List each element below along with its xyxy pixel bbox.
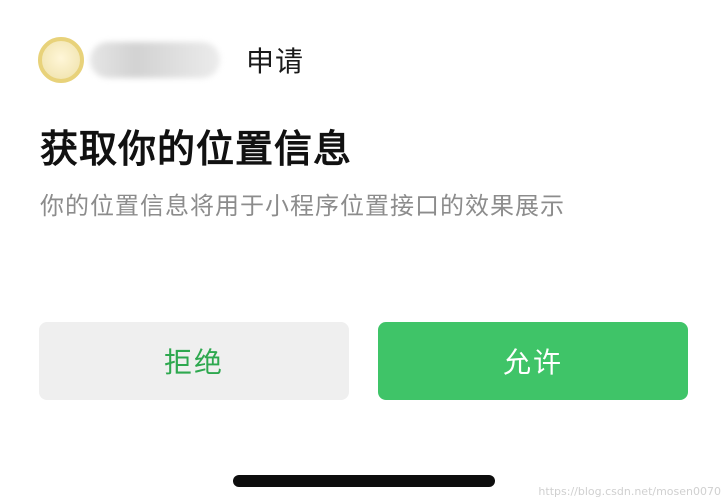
app-name-blurred <box>90 42 220 78</box>
deny-button[interactable]: 拒绝 <box>39 322 349 400</box>
location-permission-sheet: 申请 获取你的位置信息 你的位置信息将用于小程序位置接口的效果展示 拒绝 允许 … <box>0 0 727 500</box>
dialog-title: 获取你的位置信息 <box>40 127 353 171</box>
allow-button[interactable]: 允许 <box>378 322 688 400</box>
watermark: https://blog.csdn.net/mosen0070 <box>538 485 721 498</box>
app-avatar <box>38 37 84 83</box>
dialog-description: 你的位置信息将用于小程序位置接口的效果展示 <box>40 192 565 220</box>
app-header: 申请 <box>38 34 304 86</box>
home-indicator[interactable] <box>233 475 495 487</box>
request-label: 申请 <box>246 45 305 78</box>
